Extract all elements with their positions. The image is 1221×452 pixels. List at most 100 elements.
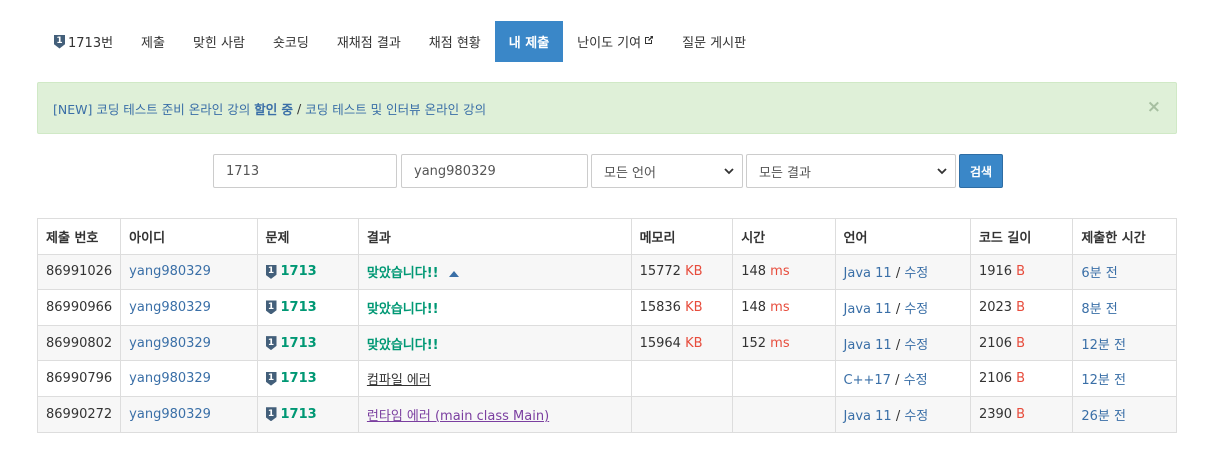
language-link[interactable]: Java 11 [844, 302, 892, 317]
promo-link[interactable]: [NEW] 코딩 테스트 준비 온라인 강의 할인 중 [53, 99, 293, 118]
time-unit: ms [770, 264, 790, 280]
edit-link[interactable]: 수정 [904, 266, 928, 281]
time-unit: ms [770, 335, 790, 351]
tier-badge-icon: 1 [54, 34, 65, 49]
submitted-time-link[interactable]: 12분 전 [1081, 338, 1126, 353]
memory-unit: KB [685, 264, 703, 280]
user-link[interactable]: yang980329 [129, 371, 211, 386]
tab-problem[interactable]: 1 1713번 [40, 21, 127, 62]
tier-badge-icon: 1 [265, 336, 277, 351]
problem-link[interactable]: 1713 [281, 407, 317, 422]
language-link[interactable]: Java 11 [844, 266, 892, 281]
problem-link[interactable]: 1713 [281, 300, 317, 315]
user-link[interactable]: yang980329 [129, 300, 211, 315]
table-row: 86990796 yang980329 1 1713 컴파일 에러 C++17 /… [36, 360, 1177, 397]
code-length-value: 2023 [978, 299, 1013, 315]
edit-link[interactable]: 수정 [904, 302, 928, 317]
column-header: 제출 번호 [36, 218, 122, 255]
language-select-value: 모든 언어 [604, 165, 656, 181]
close-icon[interactable]: × [1147, 97, 1161, 117]
problem-link[interactable]: 1713 [281, 264, 317, 279]
user-link[interactable]: yang980329 [129, 264, 211, 279]
code-length-value: 2390 [978, 406, 1013, 422]
promo-link-2[interactable]: 코딩 테스트 및 인터뷰 온라인 강의 [305, 99, 486, 118]
code-length-unit: B [1016, 406, 1026, 422]
table-header-row: 제출 번호 아이디 문제 결과 메모리 시간 언어 코드 길이 제출한 시간 [36, 218, 1177, 255]
memory-value: 15772 [639, 264, 681, 280]
tab-difficulty-contribution[interactable]: 난이도 기여 [563, 21, 668, 62]
submitted-time-link[interactable]: 8분 전 [1081, 302, 1117, 317]
promo-highlight: 할인 중 [254, 101, 294, 117]
tier-badge-icon: 1 [265, 264, 277, 279]
tab-accepted-users[interactable]: 맞힌 사람 [179, 21, 259, 62]
page: 1 1713번 제출 맞힌 사람 숏코딩 재채점 결과 채점 현황 내 제출 난… [0, 0, 1221, 452]
time-unit: ms [770, 299, 790, 315]
user-id-input[interactable]: yang980329 [401, 154, 588, 188]
problem-link[interactable]: 1713 [281, 371, 317, 386]
language-select[interactable]: 모든 언어 [591, 154, 743, 188]
problem-link[interactable]: 1713 [281, 336, 317, 351]
tier-badge-icon: 1 [265, 300, 277, 315]
submission-id: 86990966 [36, 289, 122, 326]
tab-label: 채점 현황 [428, 36, 481, 51]
memory-empty [630, 395, 734, 433]
column-header: 아이디 [120, 218, 258, 255]
search-button[interactable]: 검색 [959, 154, 1003, 188]
language-link[interactable]: Java 11 [844, 338, 892, 353]
result-link[interactable]: 컴파일 에러 [367, 373, 431, 388]
chevron-down-icon [937, 165, 947, 178]
edit-link[interactable]: 수정 [904, 338, 928, 353]
time-value: 148 [741, 299, 767, 315]
submission-id: 86990802 [36, 324, 122, 362]
submitted-time-link[interactable]: 12분 전 [1081, 373, 1126, 388]
language-link[interactable]: C++17 [844, 373, 891, 388]
user-link[interactable]: yang980329 [129, 336, 211, 351]
tab-submit[interactable]: 제출 [127, 21, 179, 62]
tab-label: 질문 게시판 [682, 36, 747, 51]
tab-qna-board[interactable]: 질문 게시판 [668, 21, 760, 62]
time-empty [732, 360, 836, 397]
tab-short-coding[interactable]: 숏코딩 [259, 21, 323, 62]
tab-label: 제출 [141, 36, 165, 51]
code-length-unit: B [1016, 371, 1026, 387]
submitted-time-link[interactable]: 26분 전 [1081, 409, 1126, 424]
table-row: 86990966 yang980329 1 1713 맞았습니다!! 15836 … [36, 289, 1177, 326]
result-select[interactable]: 모든 결과 [746, 154, 956, 188]
result-select-value: 모든 결과 [759, 165, 811, 181]
tab-my-submissions[interactable]: 내 제출 [494, 21, 564, 62]
caret-up-icon[interactable] [448, 270, 459, 277]
tab-label: 맞힌 사람 [192, 36, 245, 51]
tab-label: 내 제출 [508, 36, 550, 51]
problem-nav-tabs: 1 1713번 제출 맞힌 사람 숏코딩 재채점 결과 채점 현황 내 제출 난… [40, 21, 760, 62]
problem-id-value: 1713 [226, 163, 260, 179]
code-length-value: 2106 [978, 371, 1013, 387]
time-empty [732, 395, 836, 433]
submissions-table: 제출 번호 아이디 문제 결과 메모리 시간 언어 코드 길이 제출한 시간 8… [36, 218, 1177, 433]
tab-label: 난이도 기여 [577, 36, 642, 51]
promo-prefix: [NEW] 코딩 테스트 준비 온라인 강의 [53, 101, 255, 117]
code-length-unit: B [1016, 335, 1026, 351]
column-header: 코드 길이 [969, 218, 1074, 255]
code-length-unit: B [1016, 299, 1026, 315]
memory-unit: KB [685, 335, 703, 351]
problem-id-input[interactable]: 1713 [213, 154, 397, 188]
submitted-time-link[interactable]: 6분 전 [1081, 266, 1117, 281]
tab-status[interactable]: 채점 현황 [415, 21, 495, 62]
column-header: 문제 [256, 218, 359, 255]
user-id-value: yang980329 [414, 163, 496, 179]
user-link[interactable]: yang980329 [129, 407, 211, 422]
table-row: 86990802 yang980329 1 1713 맞았습니다!! 15964 … [36, 324, 1177, 362]
table-row: 86991026 yang980329 1 1713 맞았습니다!! 15772 … [36, 253, 1177, 291]
tab-label: 숏코딩 [272, 36, 309, 51]
tab-label: 재채점 결과 [336, 36, 401, 51]
code-length-unit: B [1016, 264, 1026, 280]
memory-value: 15964 [639, 335, 681, 351]
edit-link[interactable]: 수정 [904, 409, 928, 424]
result-text: 맞았습니다!! [366, 337, 439, 353]
result-text: 맞았습니다!! [366, 301, 439, 317]
edit-link[interactable]: 수정 [904, 373, 928, 388]
language-link[interactable]: Java 11 [844, 409, 892, 424]
result-link[interactable]: 런타임 에러 (main class Main) [367, 409, 549, 424]
tab-rejudge-results[interactable]: 재채점 결과 [323, 21, 415, 62]
code-length-value: 1916 [978, 264, 1013, 280]
